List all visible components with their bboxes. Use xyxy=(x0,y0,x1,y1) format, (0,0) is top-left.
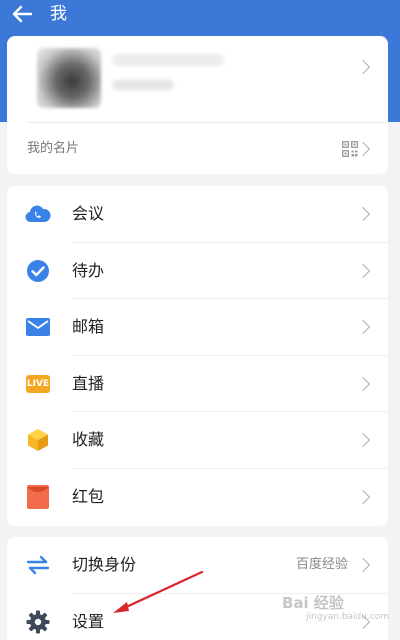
menu-item-switch-identity[interactable]: 切换身份 百度经验 xyxy=(7,537,388,594)
chevron-right-icon xyxy=(355,433,371,448)
profile-card: 我的名片 xyxy=(7,36,388,174)
live-icon: LIVE xyxy=(25,372,51,396)
menu-item-label: 邮箱 xyxy=(72,317,105,337)
chevron-right-icon xyxy=(355,263,371,278)
my-card-label: 我的名片 xyxy=(27,141,80,156)
live-badge: LIVE xyxy=(26,374,50,393)
watermark: Bai 经验 jingyan.baidu.com xyxy=(282,592,390,626)
my-card-row[interactable]: 我的名片 xyxy=(7,123,388,174)
switch-identity-icon xyxy=(25,553,51,577)
features-menu: 会议 待办 邮箱 LIVE 直播 收藏 红包 xyxy=(7,186,388,526)
menu-item-label: 设置 xyxy=(72,611,105,631)
favorites-cube-icon xyxy=(25,428,51,452)
mail-icon xyxy=(25,315,51,339)
gear-icon xyxy=(25,610,51,634)
menu-item-mail[interactable]: 邮箱 xyxy=(7,299,388,356)
watermark-url: jingyan.baidu.com xyxy=(306,612,390,622)
back-arrow-icon[interactable] xyxy=(10,2,34,26)
menu-item-label: 直播 xyxy=(72,373,105,393)
page-title: 我 xyxy=(50,4,67,24)
red-envelope-icon xyxy=(25,485,51,509)
menu-item-label: 待办 xyxy=(72,260,105,280)
chevron-right-icon xyxy=(355,206,371,222)
chevron-right-icon xyxy=(355,141,371,157)
menu-item-red-envelope[interactable]: 红包 xyxy=(7,469,388,526)
chevron-right-icon xyxy=(355,59,371,75)
profile-summary[interactable] xyxy=(7,36,388,122)
todo-check-icon xyxy=(25,259,51,283)
chevron-right-icon xyxy=(355,320,371,335)
profile-name-redacted xyxy=(113,54,223,66)
menu-item-favorites[interactable]: 收藏 xyxy=(7,412,388,469)
current-identity-value: 百度经验 xyxy=(295,557,348,572)
menu-item-label: 红包 xyxy=(72,487,105,506)
top-bar: 我 xyxy=(0,0,400,30)
menu-item-meeting[interactable]: 会议 xyxy=(7,186,388,243)
chevron-right-icon xyxy=(355,489,371,505)
menu-item-label: 切换身份 xyxy=(72,555,137,574)
chevron-right-icon xyxy=(355,376,371,391)
menu-item-label: 会议 xyxy=(72,204,105,223)
menu-item-todo[interactable]: 待办 xyxy=(7,243,388,300)
watermark-brand: Bai 经验 xyxy=(282,594,344,612)
avatar[interactable] xyxy=(37,48,101,108)
chevron-right-icon xyxy=(355,557,371,573)
menu-item-label: 收藏 xyxy=(72,430,105,450)
menu-item-live[interactable]: LIVE 直播 xyxy=(7,356,388,413)
profile-subtitle-redacted xyxy=(113,80,173,90)
meeting-cloud-icon xyxy=(25,202,51,226)
